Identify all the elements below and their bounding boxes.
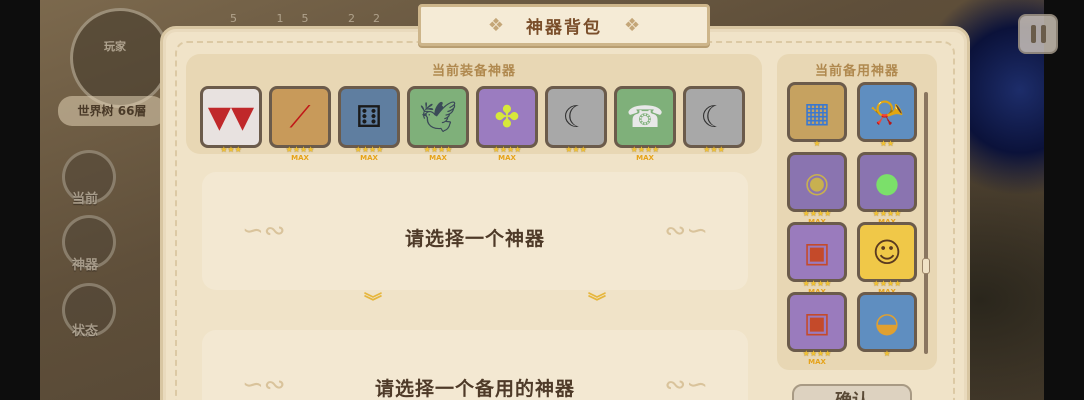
star-rating: ★★★ [703, 145, 725, 154]
star-rating: ★★ [879, 139, 895, 148]
backup-artifact-slot[interactable]: 📯 ★★ [857, 82, 917, 148]
max-level-badge: MAX [360, 154, 378, 162]
portrait-card-icon: ▣ [803, 305, 831, 339]
portrait-card-icon: ▣ [803, 235, 831, 269]
backup-artifact-slot[interactable]: ▣ ★★★★MAX [787, 292, 847, 366]
phone-icon: ☎ [626, 99, 664, 135]
swirl-ornament-icon: ∾∽ [664, 216, 708, 246]
star-rating: ★★★★ [285, 145, 315, 154]
swirl-ornament-icon: ∾∽ [664, 370, 708, 400]
equipped-artifact-slot[interactable]: ⟋ ★★★★ MAX [269, 86, 331, 162]
backup-artifact-slot[interactable]: ◒ ★ [857, 292, 917, 358]
equipped-artifact-slot[interactable]: 🕊 ★★★★ MAX [407, 86, 469, 162]
backup-artifact-slot[interactable]: ●★★★★MAX [857, 152, 917, 226]
primary-select-area[interactable]: ∽∾ 请选择一个神器 ∾∽ [202, 172, 748, 290]
chevron-down-icon: ︾ [588, 292, 606, 313]
minimap-title: 玩家 [104, 40, 126, 53]
confirm-button[interactable]: 确认 [792, 384, 912, 400]
dialog-title: 神器背包 [526, 17, 602, 38]
star-rating: ★★★ [565, 145, 587, 154]
star-rating: ★★★★ [423, 145, 453, 154]
backup-artifact-slot[interactable]: ☺★★★★MAX [857, 222, 917, 296]
minimap[interactable] [70, 8, 170, 108]
star-rating: ★★★★ [802, 349, 832, 358]
max-level-badge: MAX [808, 358, 826, 366]
star-rating: ★★★★ [872, 279, 902, 288]
backup-artifact-slot[interactable]: ▦ ★ [787, 82, 847, 148]
side-label-status: 状态 [72, 324, 99, 339]
toothed-jaw-icon: ▼▼ [207, 99, 255, 135]
four-leaf-clover-icon: ✤ [494, 99, 520, 135]
star-rating: ★★★★ [492, 145, 522, 154]
curved-blade-icon: ☾ [562, 99, 590, 135]
equipped-artifact-slot[interactable]: ☎ ★★★★ MAX [614, 86, 676, 162]
right-letterbox [1044, 0, 1084, 400]
side-label-artifact: 神器 [72, 258, 99, 273]
backup-artifact-slot[interactable]: ◉★★★★MAX [787, 152, 847, 226]
star-rating: ★★★★ [802, 279, 832, 288]
red-katana-icon: ⟋ [289, 99, 311, 135]
max-level-badge: MAX [291, 154, 309, 162]
equipped-artifact-slot[interactable]: ▼▼ ★★★ [200, 86, 262, 154]
ornament-icon: ❖ [487, 14, 504, 36]
minimap-floor-tag: 世界树 66層 [58, 96, 166, 126]
backup-scrollbar[interactable] [924, 92, 928, 354]
backup-select-area[interactable]: ∽∾ 请选择一个备用的神器 ∾∽ [202, 330, 748, 400]
left-letterbox [0, 0, 40, 400]
golden-bowl-icon: ◒ [874, 305, 900, 339]
gold-coin-icon: ◉ [804, 165, 830, 199]
blonde-girl-icon: ☺ [872, 235, 902, 269]
pause-button[interactable] [1018, 14, 1058, 54]
star-rating: ★ [883, 349, 891, 358]
curved-blade-icon: ☾ [700, 99, 728, 135]
star-rating: ★★★ [220, 145, 242, 154]
backup-scroll-thumb[interactable] [922, 258, 930, 274]
max-level-badge: MAX [636, 154, 654, 162]
star-rating: ★★★★ [354, 145, 384, 154]
max-level-badge: MAX [498, 154, 516, 162]
equipped-artifact-slot[interactable]: ⚅ ★★★★ MAX [338, 86, 400, 162]
pigeon-icon: 🕊 [418, 99, 458, 135]
star-rating: ★ [813, 139, 821, 148]
max-level-badge: MAX [429, 154, 447, 162]
pixel-cube-icon: ▦ [803, 95, 831, 129]
side-label-current: 当前 [72, 192, 99, 207]
star-rating: ★★★★ [802, 209, 832, 218]
ornament-icon: ❖ [624, 14, 641, 36]
chevron-down-icon: ︾ [364, 292, 382, 313]
star-rating: ★★★★ [630, 145, 660, 154]
equipped-artifact-slot[interactable]: ☾ ★★★ [545, 86, 607, 154]
equipped-section-title: 当前装备神器 [431, 64, 516, 79]
top-number-row: 5 15 22 5 [230, 12, 445, 25]
backup-section-title: 当前备用神器 [814, 64, 899, 79]
dialog-title-banner: ❖ 神器背包 ❖ [418, 4, 710, 46]
black-dice-icon: ⚅ [355, 99, 383, 135]
backup-artifact-slot[interactable]: ▣★★★★MAX [787, 222, 847, 296]
equipped-artifact-slot[interactable]: ☾ ★★★ [683, 86, 745, 154]
star-rating: ★★★★ [872, 209, 902, 218]
green-slime-icon: ● [874, 165, 900, 199]
equipped-artifact-slot[interactable]: ✤ ★★★★ MAX [476, 86, 538, 162]
horn-icon: 📯 [869, 95, 905, 129]
